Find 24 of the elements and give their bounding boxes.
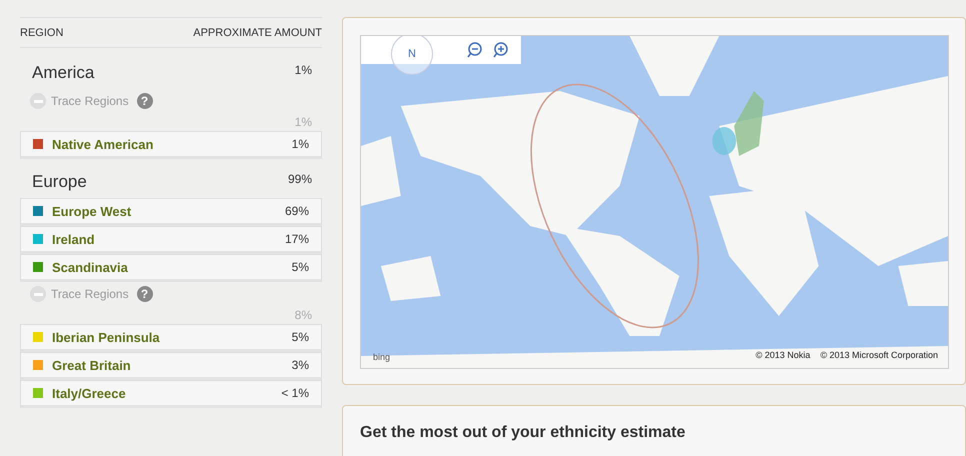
section-heading: Get the most out of your ethnicity estimate <box>360 424 686 442</box>
copyright-text: © 2013 Microsoft Corporation <box>820 350 938 360</box>
column-header: REGION <box>20 27 64 39</box>
region-row[interactable]: Great Britain 3% <box>20 352 322 380</box>
trace-percent: 1% <box>294 114 312 129</box>
map-provider-logo: bing <box>373 352 390 362</box>
region-row[interactable]: Iberian Peninsula 5% <box>20 324 322 352</box>
group-name: America <box>32 63 94 83</box>
group-name: Europe <box>32 172 87 192</box>
column-header: APPROXIMATE AMOUNT <box>193 27 322 39</box>
trace-percent: 8% <box>294 307 312 322</box>
zoom-in-icon[interactable] <box>493 42 509 58</box>
region-row[interactable]: Italy/Greece < 1% <box>20 380 322 408</box>
region-row[interactable]: Native American 1% <box>20 131 322 159</box>
group-percent: 99% <box>288 172 312 188</box>
copyright-text: © 2013 Nokia <box>756 350 810 360</box>
region-row[interactable]: Scandinavia 5% <box>20 254 322 282</box>
region-row[interactable]: Europe West 69% <box>20 198 322 226</box>
zoom-out-icon[interactable] <box>467 42 483 58</box>
help-icon[interactable]: ? <box>136 286 153 302</box>
help-icon[interactable]: ? <box>136 93 153 109</box>
compass-control[interactable]: N <box>391 36 433 75</box>
group-percent: 1% <box>294 63 312 79</box>
region-row[interactable]: Ireland 17% <box>20 226 322 254</box>
